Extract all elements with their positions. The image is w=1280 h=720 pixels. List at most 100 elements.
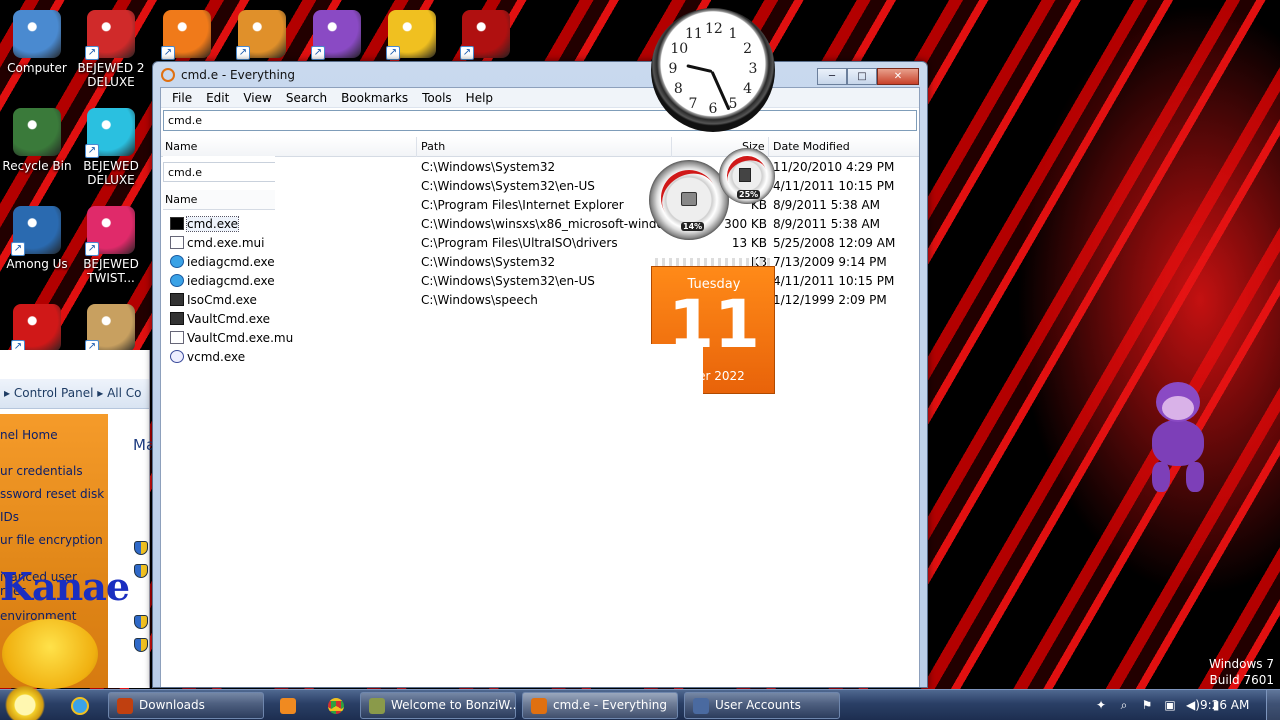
media-player-icon[interactable] [274, 694, 302, 718]
file-name: VaultCmd.exe [187, 312, 271, 326]
taskbar-button-label: User Accounts [715, 698, 801, 712]
table-row[interactable]: VaultCmd.exe.mu [161, 329, 919, 348]
cpu-meter-gadget[interactable]: 14% 25% [649, 148, 779, 240]
shield-icon [134, 541, 148, 555]
taskbar-button-label: cmd.e - Everything [553, 698, 668, 712]
network-icon[interactable]: ▣ [1161, 698, 1179, 714]
desktop-icon[interactable]: ↗ [69, 304, 153, 355]
menu-bar: File Edit View Search Bookmarks Tools He… [161, 88, 919, 108]
menu-edit[interactable]: Edit [199, 91, 236, 105]
sidebar-link-file-encryption[interactable]: ur file encryption [0, 533, 103, 547]
table-row[interactable]: vcmd.exe [161, 348, 919, 367]
menu-search[interactable]: Search [279, 91, 334, 105]
desktop-icon[interactable]: ↗ [0, 304, 79, 355]
file-date: 4/11/2011 10:15 PM [773, 274, 895, 288]
table-row[interactable]: IsoCmd.exe C:\Windows\speech 1/12/1999 2:0… [161, 291, 919, 310]
watermark-line-2: Build 7601 [1209, 673, 1274, 687]
search-icon [531, 698, 547, 714]
taskbar: Downloads Welcome to BonziW... cmd.e - Eve… [0, 686, 1280, 720]
file-date: 8/9/2011 5:38 AM [773, 198, 881, 212]
taskbar-button[interactable]: Downloads [108, 692, 264, 719]
desktop-icon[interactable]: ↗ [370, 10, 454, 61]
ie-file-icon [170, 255, 184, 268]
bonzi-buddy-character[interactable] [1138, 382, 1218, 494]
desktop-icon[interactable]: ↗ [444, 10, 528, 61]
ie-file-icon [170, 274, 184, 287]
sidebar-link-password-reset[interactable]: ssword reset disk [0, 487, 104, 501]
desktop-icon[interactable]: Computer [0, 10, 79, 75]
angry-birds-icon: ↗ [11, 304, 61, 354]
column-name[interactable]: Name [165, 140, 197, 153]
clock-time[interactable]: 9:26 AM [1200, 698, 1249, 712]
bonzi-tray-icon[interactable]: ✦ [1092, 698, 1110, 714]
menu-bookmarks[interactable]: Bookmarks [334, 91, 415, 105]
clock-numeral: 11 [685, 26, 703, 43]
app-file-icon [170, 312, 184, 325]
calendar-gadget[interactable]: Tuesday 11 ober 2022 [651, 258, 775, 394]
minimize-button[interactable]: ─ [817, 68, 847, 85]
close-button[interactable]: ✕ [877, 68, 919, 85]
taskbar-button[interactable]: User Accounts [684, 692, 840, 719]
table-row[interactable]: iediagcmd.exeC:\Windows\System32KB7/13/2… [161, 253, 919, 272]
desktop-icon-label: Among Us [6, 257, 68, 271]
taskbar-button[interactable]: Welcome to BonziW... [360, 692, 516, 719]
breadcrumb[interactable]: ▸ Control Panel ▸ All Co [0, 379, 149, 409]
ghost-popup: cmd.e Name [163, 156, 275, 214]
sidebar-link-credentials[interactable]: ur credentials [0, 464, 83, 478]
clock-gadget[interactable]: 12 1 2 3 4 5 6 7 8 9 10 11 [651, 8, 775, 132]
table-row[interactable]: iediagcmd.exe C:\Windows\System32\en-US 4/… [161, 272, 919, 291]
menu-help[interactable]: Help [459, 91, 500, 105]
menu-view[interactable]: View [236, 91, 278, 105]
menu-tools[interactable]: Tools [415, 91, 459, 105]
desktop-icon[interactable]: ↗ BEJEWED 2 DELUXE [69, 10, 153, 89]
users-icon [693, 698, 709, 714]
maximize-button[interactable]: □ [847, 68, 877, 85]
column-date-modified[interactable]: Date Modified [773, 140, 850, 153]
desktop-icon[interactable]: ↗ BEJEWED DELUXE [69, 108, 153, 187]
start-button[interactable] [2, 686, 48, 720]
file-name: cmd.exe [185, 216, 240, 232]
desktop-icon[interactable]: ↗ Among Us [0, 206, 79, 271]
ghost-search-input[interactable]: cmd.e [163, 162, 275, 182]
breadcrumb-item-control-panel[interactable]: Control Panel [14, 386, 94, 400]
table-row[interactable]: cmd.exe C:\Windows\winsxs\x86_microsoft-w… [161, 215, 919, 234]
flag-icon[interactable]: ⚑ [1138, 698, 1156, 714]
desktop-icon[interactable]: ↗ [295, 10, 379, 61]
column-path[interactable]: Path [421, 140, 445, 153]
bonzi-icon: ↗ [311, 10, 361, 60]
shield-icon [134, 615, 148, 629]
menu-file[interactable]: File [165, 91, 199, 105]
hour-hand [686, 64, 713, 73]
title-bar[interactable]: cmd.e - Everything [153, 62, 927, 88]
file-name: IsoCmd.exe [187, 293, 257, 307]
desktop-icon[interactable]: Recycle Bin [0, 108, 79, 173]
desktop-icon-label: BEJEWED DELUXE [83, 159, 139, 187]
sidebar-link-home[interactable]: nel Home [0, 428, 58, 442]
desktop-icon[interactable]: ↗ BEJEWED TWIST... [69, 206, 153, 285]
ie-icon[interactable] [66, 694, 94, 718]
show-desktop-button[interactable] [1266, 690, 1280, 720]
clock-numeral: 3 [748, 61, 758, 77]
ghost-column-name: Name [163, 190, 275, 210]
table-row[interactable]: VaultCmd.exe [161, 310, 919, 329]
table-row[interactable]: cmd.exe.mui C:\Program Files\UltraISO\dri… [161, 234, 919, 253]
search-input[interactable]: cmd.e [163, 110, 917, 131]
taskbar-button-label: Downloads [139, 698, 205, 712]
doc-file-icon [170, 236, 184, 249]
everything-window[interactable]: cmd.e - Everything ─ □ ✕ File Edit View … [152, 61, 928, 688]
breadcrumb-item-all-control-panel[interactable]: All Co [107, 386, 141, 400]
desktop-icon[interactable]: ↗ [220, 10, 304, 61]
chrome-icon[interactable] [322, 694, 350, 718]
clock-numeral: 10 [670, 41, 689, 57]
file-path: C:\Windows\System32 [421, 255, 556, 269]
search-tray-icon[interactable]: ⌕ [1115, 698, 1133, 714]
flash-icon: ↗ [460, 10, 510, 60]
desktop-icon-label: BEJEWED 2 DELUXE [77, 61, 145, 89]
control-panel-window[interactable]: ▸ Control Panel ▸ All Co nel Home ur cre… [0, 350, 155, 689]
sidebar-link-ids[interactable]: IDs [0, 510, 19, 524]
taskbar-button[interactable]: cmd.e - Everything [522, 692, 678, 719]
desktop-icon[interactable]: ↗ [145, 10, 229, 61]
file-date: 4/11/2011 10:15 PM [773, 179, 895, 193]
memory-icon [739, 168, 751, 182]
watermark-line-1: Windows 7 [1208, 657, 1274, 671]
